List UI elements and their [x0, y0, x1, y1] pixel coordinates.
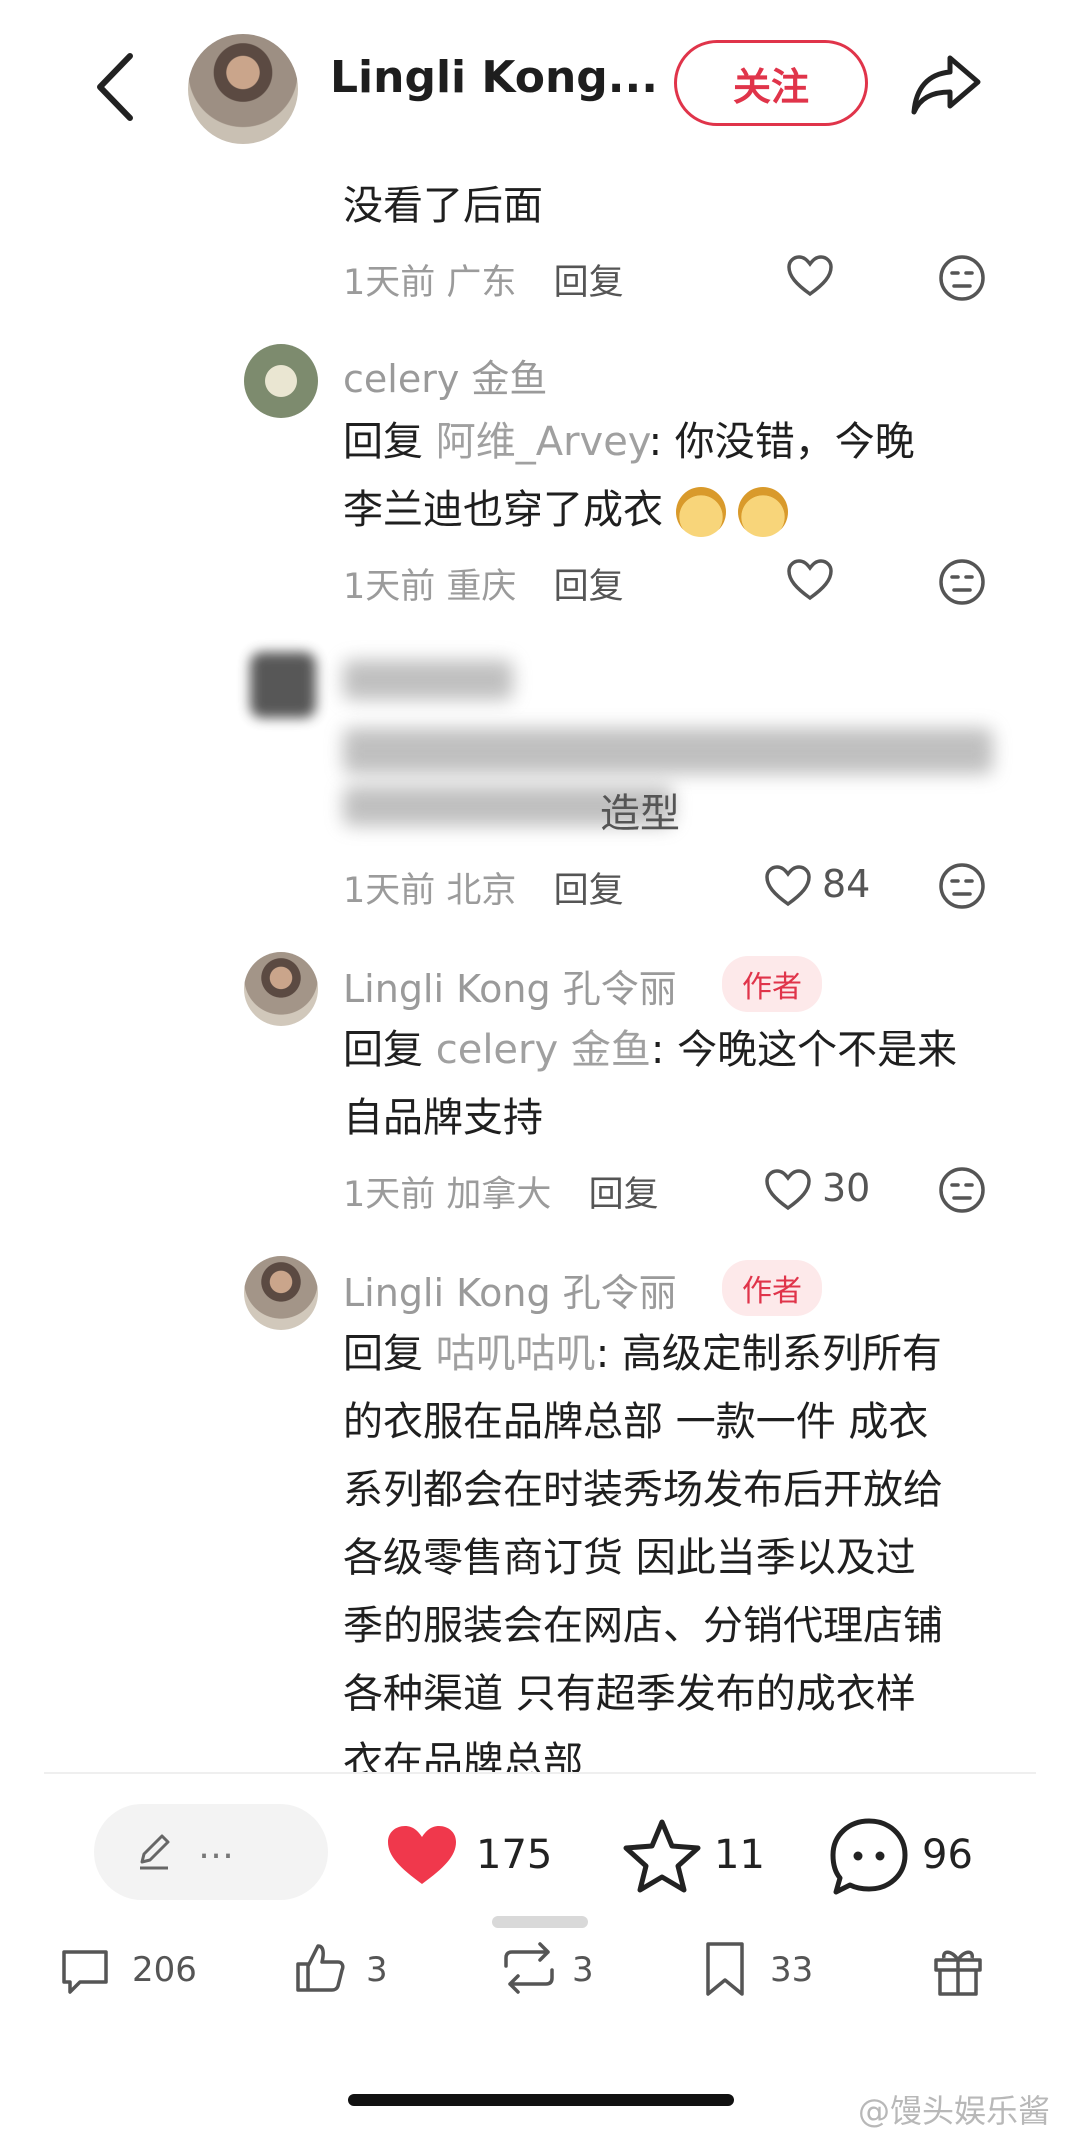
comment-text: 回复 celery 金鱼: 今晚这个不是来 自品牌支持 [343, 1027, 958, 1141]
reply-button[interactable]: 回复 [589, 1175, 659, 1215]
scroll-indicator [492, 1916, 588, 1928]
follow-button[interactable]: 关注 [674, 40, 868, 126]
blurred-username [343, 660, 513, 700]
comment-input[interactable]: … [94, 1804, 328, 1900]
reply-button[interactable]: 回复 [554, 567, 624, 607]
author-name[interactable]: Lingli Kong... [330, 52, 658, 103]
star-count: 11 [714, 1832, 765, 1878]
divider [44, 1772, 1036, 1774]
save-total: 33 [770, 1950, 814, 1990]
comment-text: 回复 咕叽咕叽: 高级定制系列所有 的衣服在品牌总部 一款一件 成衣 系列都会在… [343, 1331, 943, 1772]
commenter-avatar[interactable] [250, 652, 316, 718]
comment-placeholder: … [198, 1826, 234, 1867]
comment-location: 广东 [446, 263, 517, 303]
reaction-face-icon[interactable] [938, 1166, 986, 1214]
mention[interactable]: 咕叽咕叽 [436, 1331, 596, 1377]
gift-icon[interactable] [930, 1940, 986, 1998]
comment-time: 1天前 [343, 263, 436, 303]
heart-filled-icon[interactable] [384, 1822, 460, 1888]
heart-icon[interactable] [786, 254, 834, 298]
comment-text: 回复 阿维_Arvey: 你没错，今晚 李兰迪也穿了成衣 [343, 408, 1023, 544]
comment-total: 206 [132, 1950, 197, 1990]
back-arrow-icon[interactable] [92, 52, 136, 122]
reaction-face-icon[interactable] [938, 558, 986, 606]
comment-meta: 1天前 重庆 回复 [343, 567, 624, 607]
comment-count: 96 [922, 1832, 973, 1878]
reply-button[interactable]: 回复 [554, 871, 624, 911]
comment-text-tail: 造型 [600, 791, 680, 837]
emoji-sticker-icon [675, 487, 726, 537]
commenter-name[interactable]: celery 金鱼 [343, 348, 547, 403]
author-badge: 作者 [722, 956, 822, 1012]
mention[interactable]: celery 金鱼 [436, 1027, 651, 1073]
share-icon[interactable] [910, 52, 982, 116]
repost-icon[interactable] [498, 1940, 560, 1996]
comment-meta: 1天前 北京 回复 [343, 871, 624, 911]
heart-icon[interactable] [764, 864, 812, 908]
commenter-name[interactable]: Lingli Kong 孔令丽 [343, 958, 677, 1013]
commenter-avatar[interactable] [244, 344, 318, 418]
like-total: 3 [366, 1950, 388, 1990]
heart-icon[interactable] [764, 1168, 812, 1212]
watermark: @馒头娱乐酱 [858, 2092, 1051, 2130]
commenter-avatar[interactable] [244, 1256, 318, 1330]
bookmark-icon[interactable] [702, 1940, 748, 1998]
mention[interactable]: 阿维_Arvey [436, 419, 649, 465]
author-badge: 作者 [722, 1260, 822, 1316]
reaction-face-icon[interactable] [938, 862, 986, 910]
comment-bubble-icon[interactable] [828, 1816, 910, 1898]
reply-prefix: 回复 [343, 419, 423, 465]
commenter-name[interactable]: Lingli Kong 孔令丽 [343, 1262, 677, 1317]
thumbs-up-icon[interactable] [292, 1940, 348, 1996]
commenter-avatar[interactable] [244, 952, 318, 1026]
reply-button[interactable]: 回复 [554, 263, 624, 303]
author-avatar[interactable] [188, 34, 298, 144]
star-icon[interactable] [622, 1818, 702, 1894]
pencil-icon [140, 1834, 170, 1870]
like-count: 175 [476, 1832, 553, 1878]
blurred-text [343, 728, 993, 774]
comment-meta: 1天前 广东 回复 [343, 254, 624, 305]
repost-total: 3 [572, 1950, 594, 1990]
like-count: 84 [822, 862, 871, 906]
comment-icon[interactable] [58, 1944, 112, 1998]
comment-meta: 1天前 加拿大 回复 [343, 1175, 659, 1215]
reaction-face-icon[interactable] [938, 254, 986, 302]
emoji-sticker-icon [738, 487, 789, 537]
like-count: 30 [822, 1166, 871, 1210]
home-indicator[interactable] [348, 2094, 734, 2106]
heart-icon[interactable] [786, 558, 834, 602]
comment-text: 没看了后面 [343, 183, 543, 229]
